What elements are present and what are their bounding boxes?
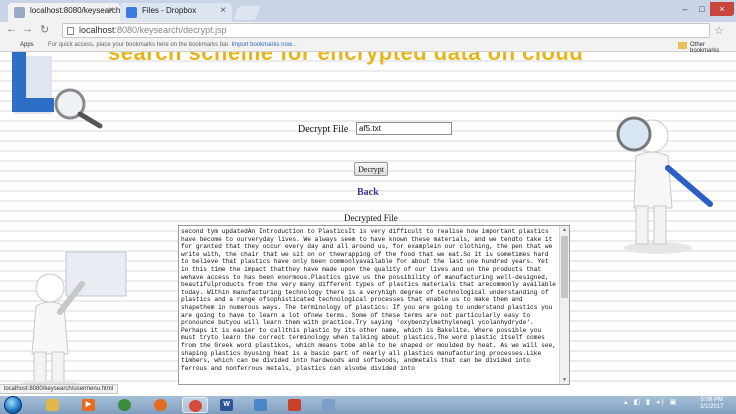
chrome-icon[interactable] [112, 397, 138, 413]
decrypted-file-label: Decrypted File [344, 213, 398, 223]
start-button[interactable] [4, 396, 22, 414]
maximize-icon[interactable]: □ [694, 2, 710, 16]
explorer-icon[interactable] [40, 397, 66, 413]
bookmarks-hint: For quick access, place your bookmarks h… [48, 42, 297, 48]
tab-dropbox[interactable]: Files - Dropbox × [120, 3, 232, 22]
url-host: localhost [79, 25, 115, 35]
system-tray-icons[interactable]: ▴ ◧ ▮ ◂) ▣ [624, 398, 678, 406]
status-bar: localhost:8080/keysearch/usermenu.html [0, 384, 119, 394]
firefox-icon[interactable] [148, 397, 174, 413]
person-magnifier-illustration-icon [616, 116, 713, 254]
folder-icon [678, 42, 687, 49]
scroll-down-icon[interactable]: ▼ [562, 377, 567, 383]
snipping-tool-icon[interactable] [282, 397, 308, 413]
tab-keysearch[interactable]: localhost:8080/keysearch × [8, 3, 120, 22]
url-path: :8080/keysearch/decrypt.jsp [114, 25, 227, 35]
new-tab-button[interactable] [233, 6, 261, 20]
media-player-icon[interactable]: ▶ [76, 397, 102, 413]
page-favicon-icon [14, 7, 25, 18]
address-bar[interactable]: localhost:8080/keysearch/decrypt.jsp [62, 23, 710, 38]
decrypt-file-label: Decrypt File [298, 124, 349, 135]
page-content: search scheme for encrypted data on clou… [0, 52, 736, 385]
reload-icon[interactable]: ↻ [40, 23, 49, 36]
forward-arrow-icon[interactable]: → [22, 23, 33, 35]
chrome-icon[interactable] [182, 397, 208, 413]
decrypted-text-area[interactable]: second tym updatedAn Introduction to Pla… [178, 225, 570, 385]
browser-toolbar: ← → ↻ localhost:8080/keysearch/decrypt.j… [0, 22, 736, 40]
tab-close-icon[interactable]: × [220, 5, 226, 16]
tab-close-icon[interactable]: × [108, 5, 114, 16]
bookmark-star-icon[interactable]: ☆ [714, 24, 724, 37]
bookmarks-bar: Apps For quick access, place your bookma… [0, 40, 736, 54]
clock-date: 3/1/2017 [700, 404, 724, 410]
import-bookmarks-link[interactable]: Import bookmarks now... [231, 42, 296, 48]
dropbox-icon [126, 7, 137, 18]
apps-shortcut[interactable]: Apps [20, 42, 34, 48]
textarea-scrollbar[interactable]: ▲ ▼ [559, 226, 569, 384]
paint-icon[interactable] [248, 397, 274, 413]
word-icon[interactable]: W [214, 397, 240, 413]
search-illustration-icon [12, 52, 103, 129]
scroll-up-icon[interactable]: ▲ [562, 227, 567, 233]
person-pointing-illustration-icon [20, 251, 127, 385]
decrypt-file-input[interactable] [356, 122, 452, 135]
clock[interactable]: 5:08 PM 3/1/2017 [700, 397, 723, 411]
page-icon [67, 27, 74, 35]
tab-label: localhost:8080/keysearch [30, 6, 120, 15]
taskbar: ▶ W ▴ ◧ ▮ ◂) ▣ 5:08 PM 3/1/2017 [0, 396, 736, 414]
tab-label: Files - Dropbox [142, 6, 197, 15]
browser-tab-bar: localhost:8080/keysearch × Files - Dropb… [0, 0, 736, 22]
scrollbar-thumb[interactable] [561, 236, 568, 298]
clock-time: 5:08 PM [700, 397, 723, 403]
bookmarks-hint-text: For quick access, place your bookmarks h… [48, 42, 230, 48]
page-title: search scheme for encrypted data on clou… [108, 52, 584, 65]
decrypt-button[interactable]: Decrypt [354, 162, 388, 176]
back-arrow-icon[interactable]: ← [6, 23, 17, 35]
back-link[interactable]: Back [357, 187, 379, 198]
minimize-icon[interactable]: – [676, 2, 694, 16]
paint-palette-icon[interactable] [316, 397, 342, 413]
window-close-icon[interactable]: × [710, 2, 734, 16]
decrypted-text: second tym updatedAn Introduction to Pla… [181, 228, 557, 372]
